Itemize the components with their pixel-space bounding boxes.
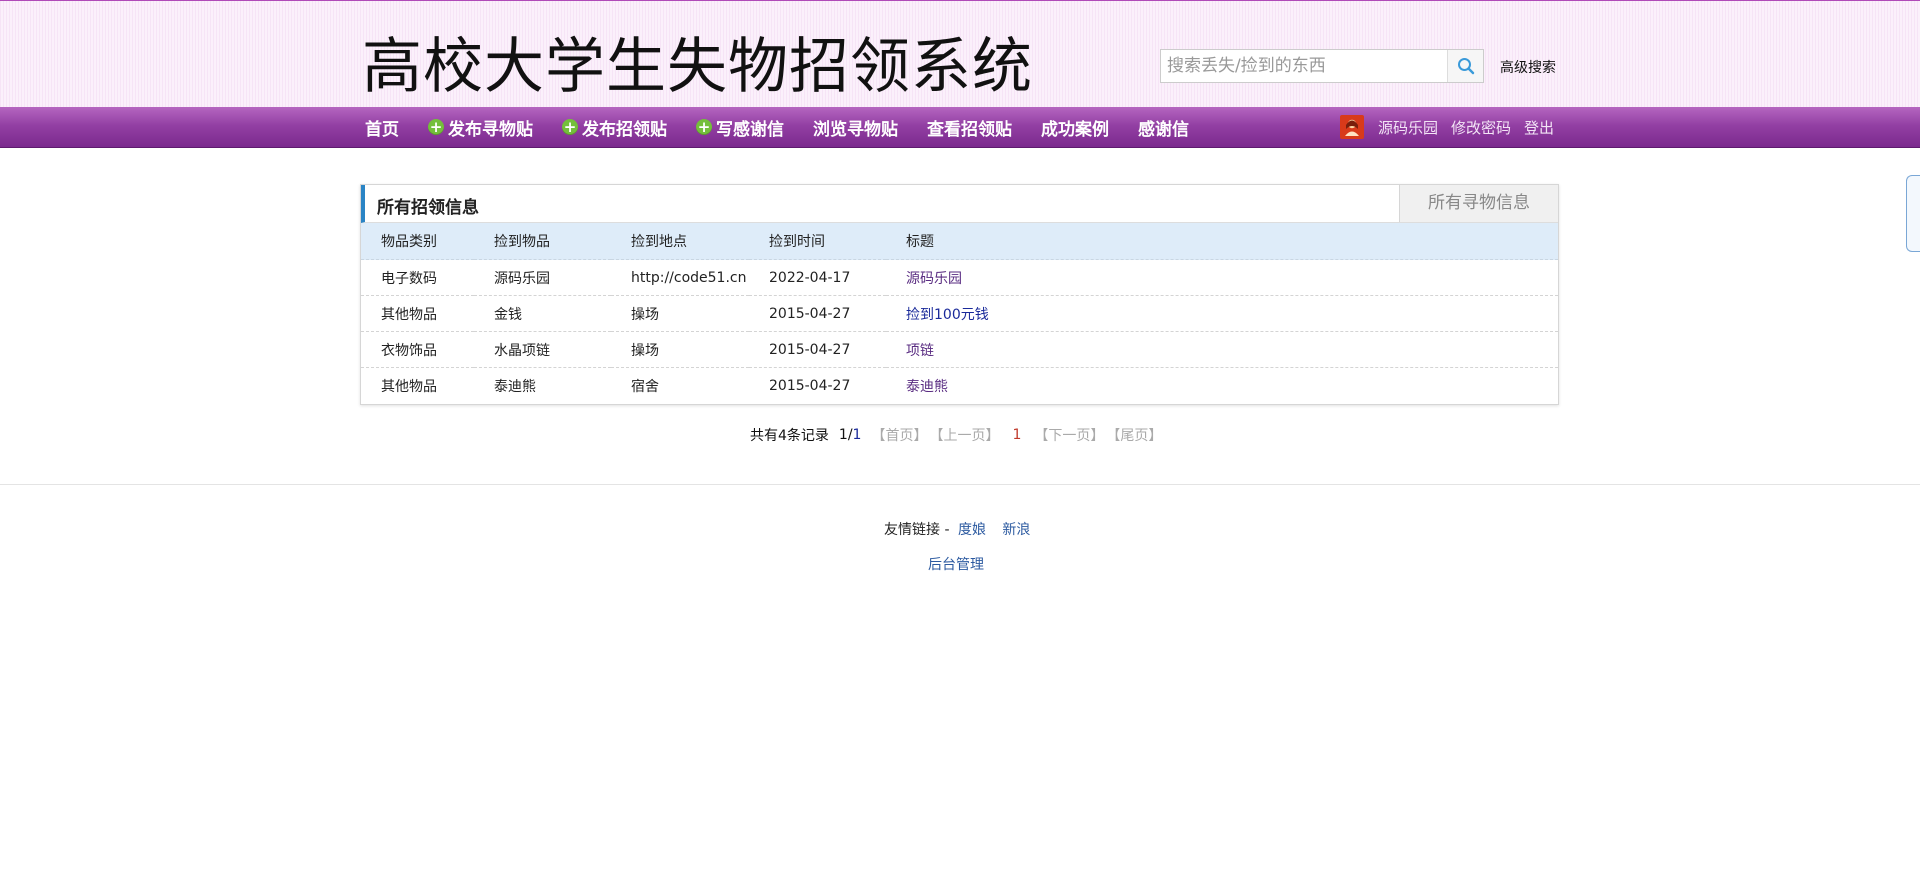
row-title-link[interactable]: 项链 xyxy=(906,343,934,359)
search-icon xyxy=(1457,58,1474,75)
cell-item: 水晶项链 xyxy=(474,331,611,368)
panel-title: 所有招领信息 xyxy=(377,198,479,218)
cell-place: http://code51.cn xyxy=(611,259,749,296)
column-header: 标题 xyxy=(886,223,1558,260)
nav-write-thanks[interactable]: + 写感谢信 xyxy=(696,115,784,140)
logout-link[interactable]: 登出 xyxy=(1524,117,1554,138)
current-page[interactable]: 1 xyxy=(1012,427,1021,443)
page-indicator: 1/1 xyxy=(838,427,862,443)
change-password-link[interactable]: 修改密码 xyxy=(1451,117,1511,138)
cell-time: 2015-04-27 xyxy=(769,377,851,394)
cell-item: 泰迪熊 xyxy=(494,378,536,395)
cell-item: 源码乐园 xyxy=(474,259,611,296)
username-link[interactable]: 源码乐园 xyxy=(1378,117,1438,138)
table-header-row: 物品类别 捡到物品 捡到地点 捡到时间 标题 xyxy=(361,223,1558,260)
nav-view-found[interactable]: 查看招领贴 xyxy=(927,115,1012,140)
user-area: 源码乐园 修改密码 登出 xyxy=(1340,107,1567,147)
friend-links-label: 友情链接 - xyxy=(884,522,950,538)
site-title: 高校大学生失物招领系统 xyxy=(362,32,1033,102)
tab-all-lost-items[interactable]: 所有寻物信息 xyxy=(1399,185,1558,222)
site-header: 高校大学生失物招领系统 高级搜索 xyxy=(0,0,1920,108)
cell-category: 其他物品 xyxy=(381,378,437,395)
pagination: 共有4条记录 1/1 【首页】 【上一页】 1 【下一页】 【尾页】 xyxy=(750,425,1163,445)
cell-time: 2015-04-27 xyxy=(749,295,886,332)
cell-category: 电子数码 xyxy=(361,259,474,296)
search-button[interactable] xyxy=(1447,50,1483,82)
side-scroll-tab[interactable] xyxy=(1906,175,1920,252)
row-title-link[interactable]: 源码乐园 xyxy=(906,271,962,287)
table-row: 电子数码 源码乐园 http://code51.cn 2022-04-17 源码… xyxy=(361,259,1558,296)
cell-place: 宿舍 xyxy=(631,378,659,395)
cell-category: 其他物品 xyxy=(361,295,474,332)
search-input[interactable] xyxy=(1161,50,1448,82)
last-page-link[interactable]: 【尾页】 xyxy=(1106,425,1162,445)
cell-category: 衣物饰品 xyxy=(361,331,474,368)
advanced-search-link[interactable]: 高级搜索 xyxy=(1500,57,1556,77)
cell-item: 金钱 xyxy=(474,295,611,332)
nav-success-cases[interactable]: 成功案例 xyxy=(1041,115,1109,140)
cell-place: 操场 xyxy=(611,331,749,368)
cell-time: 2022-04-17 xyxy=(749,259,886,296)
column-header: 捡到物品 xyxy=(474,223,611,260)
plus-icon: + xyxy=(428,118,444,136)
nav-post-found[interactable]: + 发布招领贴 xyxy=(562,115,667,140)
column-header: 捡到地点 xyxy=(611,223,749,260)
found-items-table: 物品类别 捡到物品 捡到地点 捡到时间 标题 电子数码 源码乐园 http://… xyxy=(361,223,1558,403)
user-avatar-icon[interactable] xyxy=(1340,115,1364,139)
admin-link[interactable]: 后台管理 xyxy=(928,554,984,574)
search-box xyxy=(1160,49,1484,83)
main-nav: 首页 + 发布寻物贴 + 发布招领贴 + 写感谢信 浏览寻物贴 查看招领贴 成功案例 … xyxy=(0,107,1920,148)
next-page-link[interactable]: 【下一页】 xyxy=(1034,425,1104,445)
column-header: 捡到时间 xyxy=(749,223,886,260)
footer-divider xyxy=(0,484,1920,485)
panel-header: 所有招领信息 所有寻物信息 xyxy=(361,185,1558,223)
nav-post-lost[interactable]: + 发布寻物贴 xyxy=(428,115,533,140)
column-header: 物品类别 xyxy=(361,223,474,260)
found-items-panel: 所有招领信息 所有寻物信息 物品类别 捡到物品 捡到地点 捡到时间 标题 电子数… xyxy=(360,184,1559,405)
plus-icon: + xyxy=(696,118,712,136)
nav-browse-lost[interactable]: 浏览寻物贴 xyxy=(813,115,898,140)
first-page-link[interactable]: 【首页】 xyxy=(871,425,927,445)
prev-page-link[interactable]: 【上一页】 xyxy=(929,425,999,445)
table-row: 其他物品 泰迪熊 宿舍 2015-04-27 泰迪熊 xyxy=(361,368,1558,404)
total-records: 共有4条记录 xyxy=(750,428,829,444)
table-row: 衣物饰品 水晶项链 操场 2015-04-27 项链 xyxy=(361,331,1558,368)
row-title-link[interactable]: 捡到100元钱 xyxy=(906,307,989,323)
friend-links: 友情链接 - 度娘 新浪 xyxy=(884,519,1038,539)
friend-link-duniang[interactable]: 度娘 xyxy=(958,522,986,538)
cell-time: 2015-04-27 xyxy=(749,331,886,368)
nav-home[interactable]: 首页 xyxy=(365,115,399,140)
friend-link-sina[interactable]: 新浪 xyxy=(1002,522,1030,538)
table-row: 其他物品 金钱 操场 2015-04-27 捡到100元钱 xyxy=(361,295,1558,332)
plus-icon: + xyxy=(562,118,578,136)
cell-place: 操场 xyxy=(611,295,749,332)
row-title-link[interactable]: 泰迪熊 xyxy=(906,379,948,395)
nav-thank-letters[interactable]: 感谢信 xyxy=(1138,115,1189,140)
